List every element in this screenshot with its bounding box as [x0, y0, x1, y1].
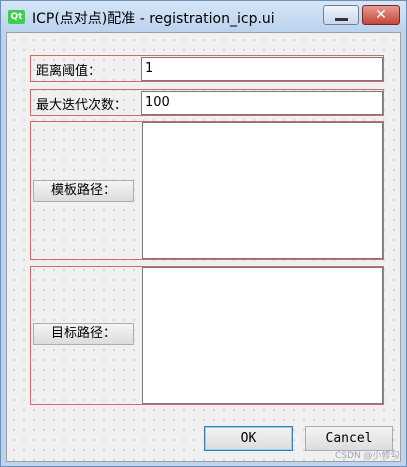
distance-threshold-input[interactable]: 1	[141, 57, 383, 81]
max-iterations-input[interactable]: 100	[141, 91, 383, 115]
distance-row: 距离阈值： 1	[30, 55, 384, 82]
dialog-window: Qt ICP(点对点)配准 - registration_icp.ui ✕ 距离…	[0, 0, 407, 467]
distance-threshold-label: 距离阈值：	[36, 64, 102, 79]
template-path-textarea[interactable]	[142, 122, 383, 259]
target-path-row: 目标路径：	[30, 266, 384, 405]
template-path-row: 模板路径：	[30, 121, 384, 260]
form-canvas: 距离阈值： 1 最大迭代次数： 100 模板路径： 目标路径： OK Cance…	[6, 32, 401, 462]
title-bar: Qt ICP(点对点)配准 - registration_icp.ui ✕	[1, 1, 406, 31]
max-iterations-label: 最大迭代次数：	[36, 98, 128, 113]
template-path-button[interactable]: 模板路径：	[33, 180, 134, 202]
minimize-button[interactable]	[323, 5, 359, 25]
close-button[interactable]: ✕	[362, 5, 400, 25]
minimize-icon	[335, 18, 348, 21]
target-path-button[interactable]: 目标路径：	[33, 323, 134, 345]
watermark-text: CSDN @小修勾	[335, 451, 400, 461]
window-title: ICP(点对点)配准 - registration_icp.ui	[32, 11, 275, 27]
target-path-textarea[interactable]	[142, 267, 383, 404]
qt-logo-icon: Qt	[8, 10, 25, 24]
ok-button[interactable]: OK	[204, 426, 293, 451]
iterations-row: 最大迭代次数： 100	[30, 89, 384, 116]
